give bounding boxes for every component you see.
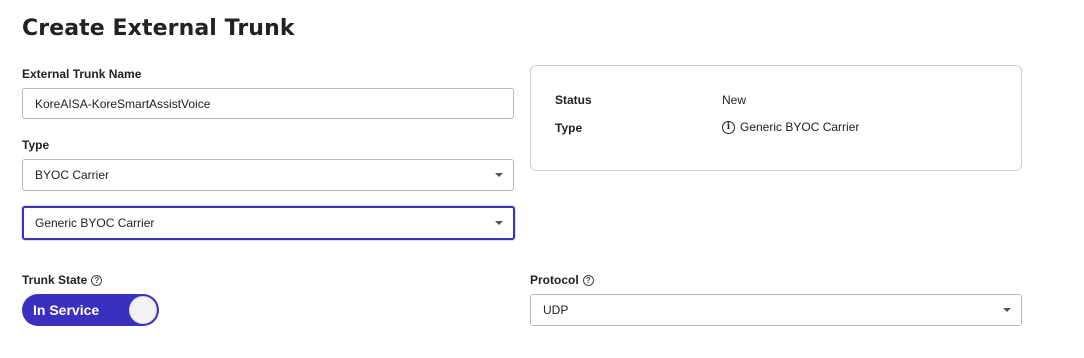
chevron-down-icon [495,221,503,225]
toggle-knob [129,296,157,324]
help-icon[interactable]: ? [91,274,103,286]
trunk-name-input[interactable]: KoreAISA-KoreSmartAssistVoice [22,88,514,119]
trunk-name-label: External Trunk Name [22,67,141,81]
type-select[interactable]: BYOC Carrier [22,159,514,191]
summary-status-value: New [722,93,746,107]
summary-status-label: Status [555,93,592,107]
trunk-name-label-text: External Trunk Name [22,67,142,81]
carrier-select[interactable]: Generic BYOC Carrier [22,206,515,240]
trunk-state-label: Trunk State ? [22,273,103,287]
trunk-name-value: KoreAISA-KoreSmartAssistVoice [35,96,211,111]
summary-status-text: New [722,93,747,107]
summary-type-label: Type [555,121,583,135]
protocol-label: Protocol ? [530,273,594,287]
trunk-state-label-text: Trunk State [22,273,88,287]
info-icon: i [722,120,735,134]
protocol-select[interactable]: UDP [530,294,1022,326]
type-select-value: BYOC Carrier [35,168,110,182]
chevron-down-icon [495,173,503,177]
summary-type-value: i Generic BYOC Carrier [722,120,859,134]
help-icon[interactable]: ? [582,274,594,286]
protocol-select-value: UDP [543,303,569,317]
carrier-select-value: Generic BYOC Carrier [35,216,155,230]
summary-card: Status New Type i Generic BYOC Carrier [530,65,1022,171]
type-label-text: Type [22,138,50,152]
type-label: Type [22,138,49,152]
summary-type-text: Generic BYOC Carrier [740,120,860,134]
page-title: Create External Trunk [22,16,295,41]
chevron-down-icon [1003,308,1011,312]
trunk-state-toggle-label: In Service [33,302,100,318]
trunk-state-toggle[interactable]: In Service [22,294,159,326]
protocol-label-text: Protocol [530,273,579,287]
